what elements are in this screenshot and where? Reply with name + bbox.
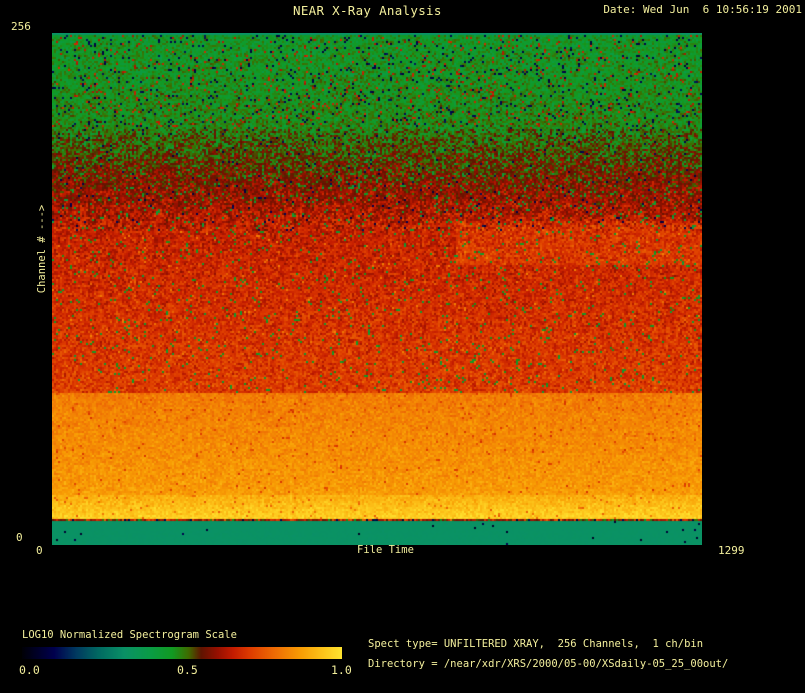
datetime-label: Date: Wed Jun 6 10:56:19 2001	[603, 4, 802, 16]
colorbar	[22, 647, 342, 659]
page-title: NEAR X-Ray Analysis	[293, 4, 442, 18]
y-axis-min-label: 0	[16, 532, 23, 544]
y-axis-title: Channel # --->	[37, 205, 49, 294]
spectrogram-heatmap	[52, 33, 702, 545]
x-axis-min-label: 0	[36, 545, 43, 557]
y-axis-max-label: 256	[11, 21, 31, 33]
x-axis-max-label: 1299	[718, 545, 745, 557]
colorbar-title: LOG10 Normalized Spectrogram Scale	[22, 630, 237, 642]
x-axis-title: File Time	[357, 545, 414, 557]
spect-type-info: Spect type= UNFILTERED XRAY, 256 Channel…	[368, 639, 703, 651]
colorbar-tick-low: 0.0	[19, 664, 40, 677]
colorbar-tick-high: 1.0	[331, 664, 352, 677]
near-xray-analysis-window: NEAR X-Ray Analysis Date: Wed Jun 6 10:5…	[0, 0, 805, 693]
colorbar-tick-mid: 0.5	[177, 664, 198, 677]
directory-info: Directory = /near/xdr/XRS/2000/05-00/XSd…	[368, 659, 728, 671]
